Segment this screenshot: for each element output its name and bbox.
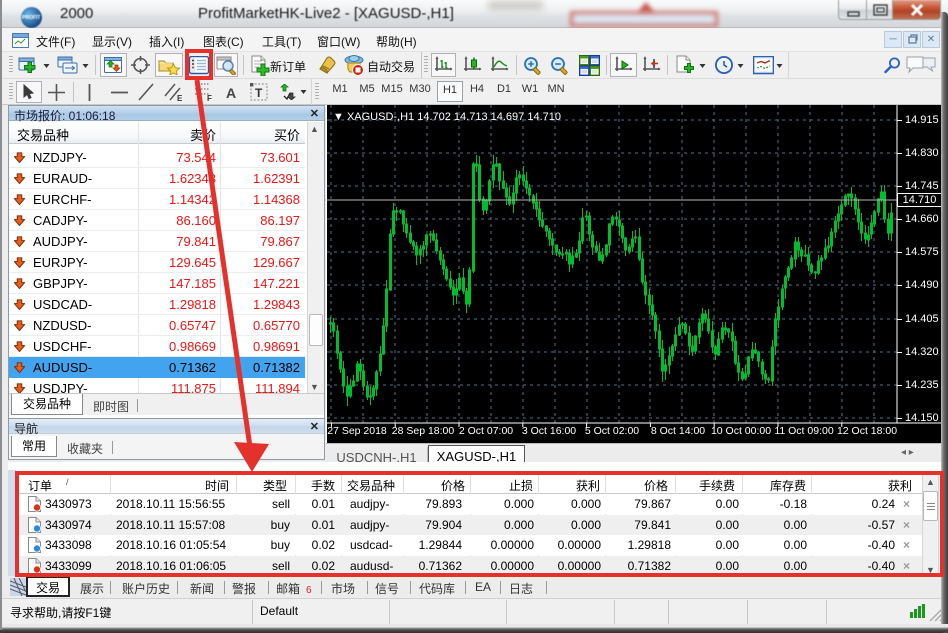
svg-text:T: T <box>255 86 263 100</box>
svg-text:F: F <box>207 94 212 102</box>
svg-text:E: E <box>177 94 183 102</box>
